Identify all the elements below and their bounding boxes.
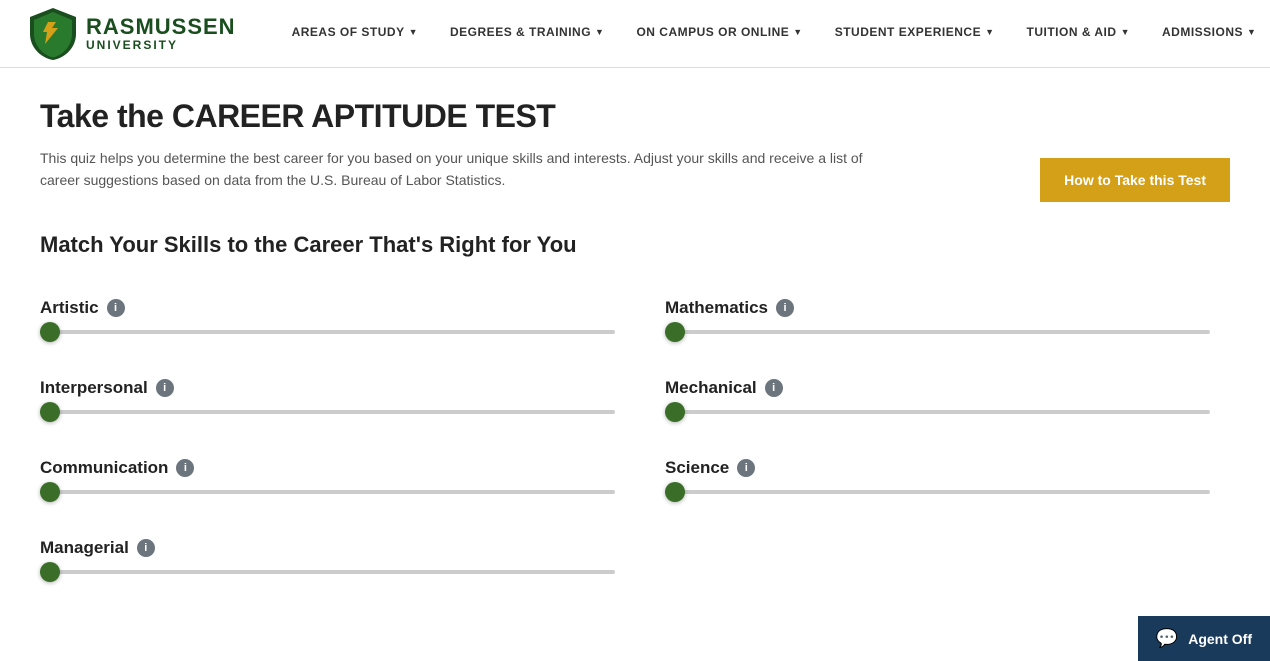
page-title: Take the CAREER APTITUDE TEST (40, 98, 1000, 135)
slider-label-science: Science i (665, 458, 1210, 478)
logo-bottom: UNIVERSITY (86, 39, 236, 52)
slider-block-managerial: Managerial i (40, 522, 635, 602)
how-to-btn[interactable]: How to Take this Test (1040, 158, 1230, 202)
chat-label: Agent Off (1188, 631, 1252, 647)
slider-input-interpersonal[interactable] (40, 410, 615, 414)
info-icon-artistic[interactable]: i (107, 299, 125, 317)
info-icon-mechanical[interactable]: i (765, 379, 783, 397)
chevron-icon: ▼ (985, 27, 994, 37)
info-icon-interpersonal[interactable]: i (156, 379, 174, 397)
nav-item-degrees-training[interactable]: DEGREES & TRAINING▼ (434, 0, 620, 68)
slider-input-artistic[interactable] (40, 330, 615, 334)
nav-item-admissions[interactable]: ADMISSIONS▼ (1146, 0, 1270, 68)
slider-block-communication: Communication i (40, 442, 635, 522)
info-icon-communication[interactable]: i (176, 459, 194, 477)
slider-input-mechanical[interactable] (665, 410, 1210, 414)
slider-label-communication: Communication i (40, 458, 615, 478)
info-icon-mathematics[interactable]: i (776, 299, 794, 317)
nav-item-student-experience[interactable]: STUDENT EXPERIENCE▼ (819, 0, 1011, 68)
nav-item-on-campus-online[interactable]: ON CAMPUS OR ONLINE▼ (620, 0, 818, 68)
slider-name-communication: Communication (40, 458, 168, 478)
chevron-icon: ▼ (1121, 27, 1130, 37)
section-heading: Match Your Skills to the Career That's R… (40, 232, 1230, 258)
chevron-icon: ▼ (1247, 27, 1256, 37)
slider-name-managerial: Managerial (40, 538, 129, 558)
slider-label-artistic: Artistic i (40, 298, 615, 318)
slider-input-mathematics[interactable] (665, 330, 1210, 334)
top-section: Take the CAREER APTITUDE TEST This quiz … (40, 98, 1230, 202)
slider-name-science: Science (665, 458, 729, 478)
chat-icon: 💬 (1156, 628, 1178, 649)
slider-input-managerial[interactable] (40, 570, 615, 574)
chevron-icon: ▼ (793, 27, 802, 37)
slider-name-mathematics: Mathematics (665, 298, 768, 318)
top-left: Take the CAREER APTITUDE TEST This quiz … (40, 98, 1000, 192)
slider-input-science[interactable] (665, 490, 1210, 494)
page-subtitle: This quiz helps you determine the best c… (40, 147, 880, 192)
nav-item-areas-of-study[interactable]: AREAS OF STUDY▼ (276, 0, 434, 68)
slider-name-mechanical: Mechanical (665, 378, 757, 398)
slider-name-artistic: Artistic (40, 298, 99, 318)
slider-input-communication[interactable] (40, 490, 615, 494)
slider-label-mathematics: Mathematics i (665, 298, 1210, 318)
navbar: RASMUSSEN UNIVERSITY AREAS OF STUDY▼DEGR… (0, 0, 1270, 68)
chevron-icon: ▼ (409, 27, 418, 37)
info-icon-managerial[interactable]: i (137, 539, 155, 557)
logo-top: RASMUSSEN (86, 15, 236, 39)
nav-item-tuition-aid[interactable]: TUITION & AID▼ (1011, 0, 1146, 68)
sliders-grid: Artistic i Mathematics i Interpersonal i… (40, 282, 1230, 602)
main-content: Take the CAREER APTITUDE TEST This quiz … (0, 68, 1270, 642)
chevron-icon: ▼ (595, 27, 604, 37)
slider-label-mechanical: Mechanical i (665, 378, 1210, 398)
slider-block-mathematics: Mathematics i (635, 282, 1230, 362)
chat-widget[interactable]: 💬 Agent Off (1138, 616, 1270, 661)
slider-block-science: Science i (635, 442, 1230, 522)
slider-block-interpersonal: Interpersonal i (40, 362, 635, 442)
slider-name-interpersonal: Interpersonal (40, 378, 148, 398)
info-icon-science[interactable]: i (737, 459, 755, 477)
slider-label-managerial: Managerial i (40, 538, 615, 558)
logo[interactable]: RASMUSSEN UNIVERSITY (30, 8, 236, 60)
slider-label-interpersonal: Interpersonal i (40, 378, 615, 398)
slider-block-mechanical: Mechanical i (635, 362, 1230, 442)
slider-block-artistic: Artistic i (40, 282, 635, 362)
nav-items: AREAS OF STUDY▼DEGREES & TRAINING▼ON CAM… (276, 0, 1270, 68)
